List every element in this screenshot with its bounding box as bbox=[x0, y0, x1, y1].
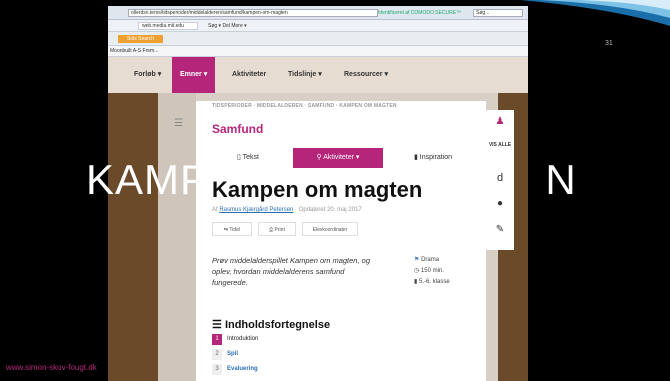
toc-number: 2 bbox=[212, 349, 222, 360]
toc-heading: ☰ Indholdsfortegnelse bbox=[212, 318, 330, 331]
elevkoordinater-button[interactable]: Elevkoordinater bbox=[302, 222, 358, 236]
left-rail bbox=[158, 93, 196, 381]
browser-search-input[interactable]: Søg... bbox=[473, 9, 523, 17]
article-title: Kampen om magten bbox=[212, 177, 423, 202]
toc-item[interactable]: 1 Introduktion bbox=[212, 334, 258, 349]
list-icon: ☰ bbox=[212, 319, 222, 331]
activity-meta: ⚑ Drama ◷ 150 min. ▮ 5.-6. klasse bbox=[414, 255, 450, 288]
browser-menu[interactable]: Søg ▾ Del More ▾ bbox=[208, 22, 247, 30]
slide-title-left: KAMP bbox=[86, 156, 210, 203]
url-field[interactable]: ollerdsn.tems/tidsperioder/middelalderen… bbox=[128, 9, 378, 17]
meta-duration: ◷ 150 min. bbox=[414, 266, 450, 277]
credit-text[interactable]: www.simon-skov-fougt.dk bbox=[6, 363, 97, 372]
slide-title-right: N bbox=[545, 156, 577, 203]
tidel-label: Tidel bbox=[229, 227, 241, 233]
side-toolbar: ♟ VIS ALLE d ● ✎ bbox=[486, 110, 514, 250]
subject-title: Samfund bbox=[212, 122, 264, 136]
nav-emner[interactable]: Emner ▾ bbox=[172, 57, 216, 93]
address-bar: ollerdsn.tems/tidsperioder/middelalderen… bbox=[108, 6, 528, 20]
meta-type-label: Drama bbox=[421, 257, 440, 263]
byline: Af Rasmus Kjærgård Petersen · Opdateret … bbox=[212, 207, 362, 213]
toc-item[interactable]: 2 Spil bbox=[212, 349, 258, 364]
toc-label: Introduktion bbox=[227, 336, 259, 342]
vis-alle-button[interactable]: VIS ALLE bbox=[488, 142, 512, 149]
drama-icon: ⚑ bbox=[414, 257, 420, 263]
meta-grade-label: 5.-6. klasse bbox=[418, 279, 450, 285]
nav-forlob[interactable]: Forløb ▾ bbox=[134, 57, 161, 93]
favorite-item[interactable]: Moonbuilt A-S Frem... bbox=[110, 48, 158, 54]
article-intro: Prøv middelalderspillet Kampen om magten… bbox=[212, 256, 370, 287]
sids-search-button[interactable]: Sids Search bbox=[118, 35, 163, 43]
updated-date: · Opdateret 20. maj 2017 bbox=[295, 207, 362, 213]
toc-label: Spil bbox=[227, 351, 239, 357]
tidel-button[interactable]: ⇆ Tidel bbox=[212, 222, 252, 236]
users-icon[interactable]: ♟ bbox=[486, 116, 514, 127]
nav-ressourcer[interactable]: Ressourcer ▾ bbox=[344, 57, 388, 93]
browser-tab[interactable]: web.media.mit.edu bbox=[138, 22, 198, 30]
presentation-slide: 31 ollerdsn.tems/tidsperioder/middelalde… bbox=[0, 0, 670, 381]
letter-d[interactable]: d bbox=[486, 172, 514, 184]
grade-icon: ▮ bbox=[414, 279, 418, 285]
favorites-bar: Moonbuilt A-S Frem... bbox=[108, 46, 528, 57]
byline-prefix: Af bbox=[212, 207, 218, 213]
toc-number: 1 bbox=[212, 334, 222, 345]
toc-label: Evaluering bbox=[227, 366, 258, 372]
breadcrumb[interactable]: TIDSPERIODER · MIDDELALDEREN · SAMFUND ·… bbox=[212, 103, 397, 109]
meta-type: ⚑ Drama bbox=[414, 255, 450, 266]
nav-tidslinje[interactable]: Tidslinje ▾ bbox=[288, 57, 322, 93]
tab-bar: web.media.mit.edu Søg ▾ Del More ▾ bbox=[108, 20, 528, 32]
pin-icon[interactable]: ✎ bbox=[486, 224, 514, 235]
clock-icon: ◷ bbox=[414, 268, 420, 274]
print-label: Print bbox=[274, 227, 285, 233]
site-navigation: Forløb ▾ Emner ▾ Aktiviteter Tidslinje ▾… bbox=[108, 57, 528, 93]
table-of-contents: 1 Introduktion 2 Spil 3 Evaluering bbox=[212, 334, 258, 379]
meta-grade: ▮ 5.-6. klasse bbox=[414, 277, 450, 288]
slide-decoration-top-right bbox=[520, 0, 670, 26]
toc-number: 3 bbox=[212, 364, 222, 375]
meta-duration-label: 150 min. bbox=[420, 268, 444, 274]
print-button[interactable]: ⎙ Print bbox=[258, 222, 296, 236]
comment-icon[interactable]: ● bbox=[486, 198, 514, 209]
nav-aktiviteter[interactable]: Aktiviteter bbox=[232, 57, 266, 93]
toc-item[interactable]: 3 Evaluering bbox=[212, 364, 258, 379]
toc-heading-label: Indholdsfortegnelse bbox=[224, 319, 331, 331]
menu-icon[interactable]: ☰ bbox=[174, 118, 183, 129]
slide-number: 31 bbox=[605, 40, 613, 47]
certificate-label: Identificeret af COMODO SECURE™ bbox=[378, 10, 462, 16]
toolbar: Sids Search bbox=[108, 32, 528, 46]
author-link[interactable]: Rasmus Kjærgård Petersen bbox=[219, 207, 293, 213]
